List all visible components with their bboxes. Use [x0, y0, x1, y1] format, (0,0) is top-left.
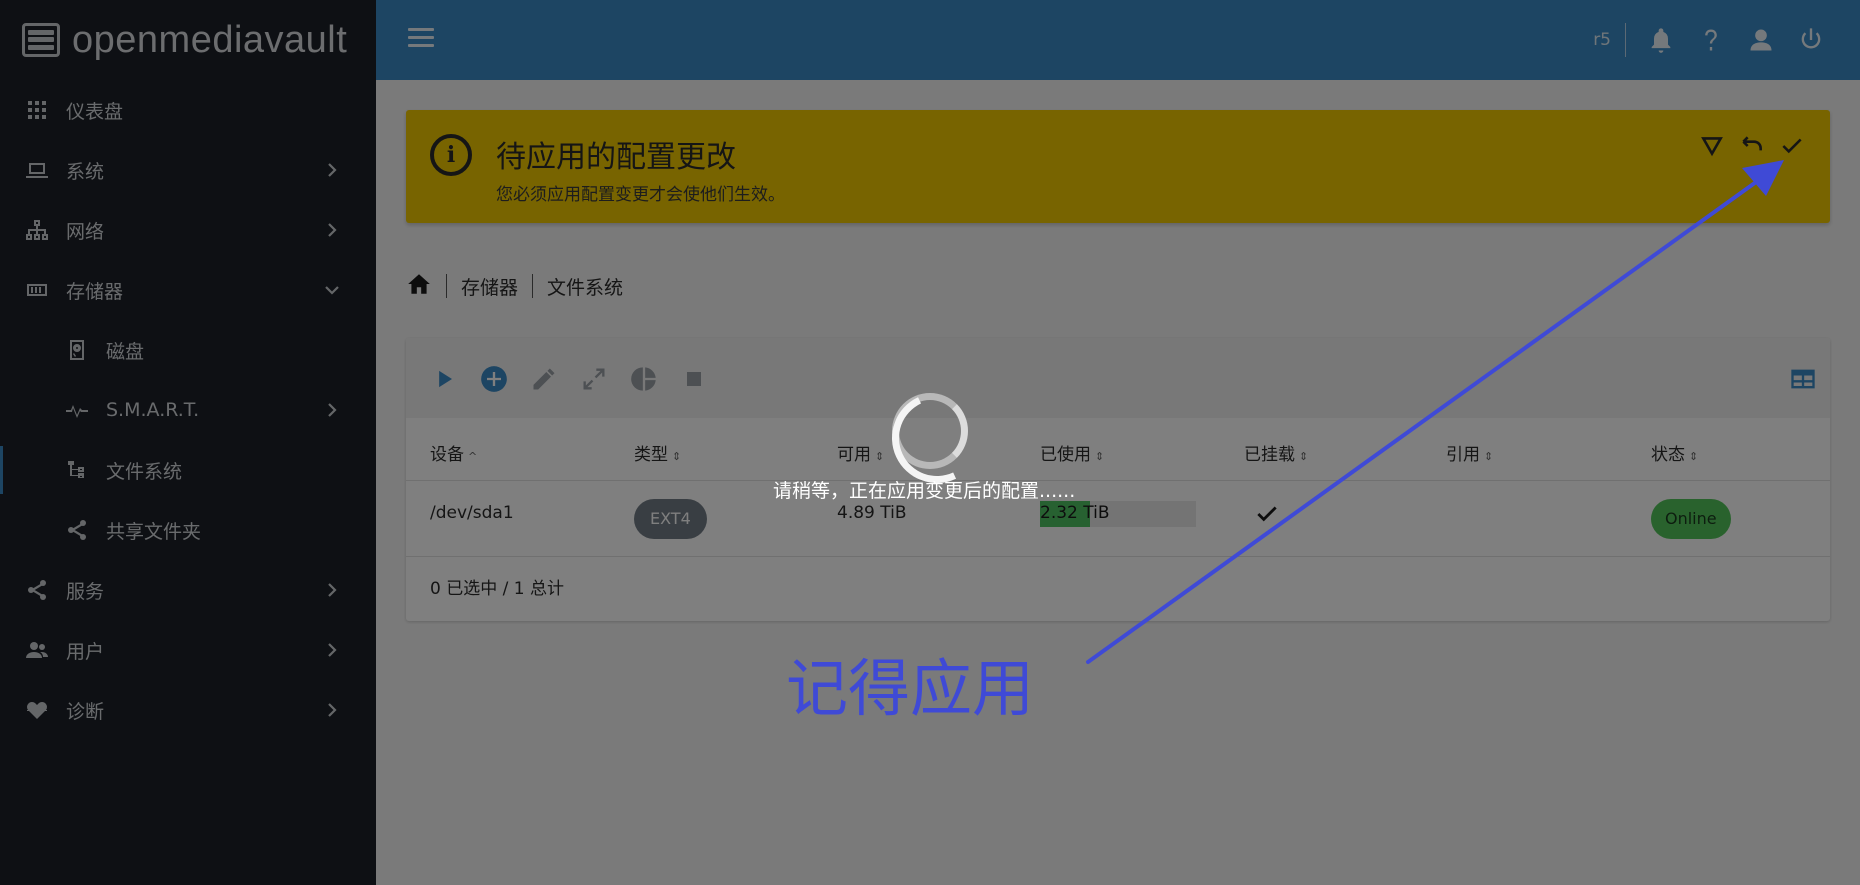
loading-overlay: 请稍等，正在应用变更后的配置......: [0, 0, 1860, 885]
loading-spinner: [892, 393, 968, 469]
annotation-text: 记得应用: [786, 652, 1035, 725]
loading-message: 请稍等，正在应用变更后的配置......: [773, 480, 1076, 502]
